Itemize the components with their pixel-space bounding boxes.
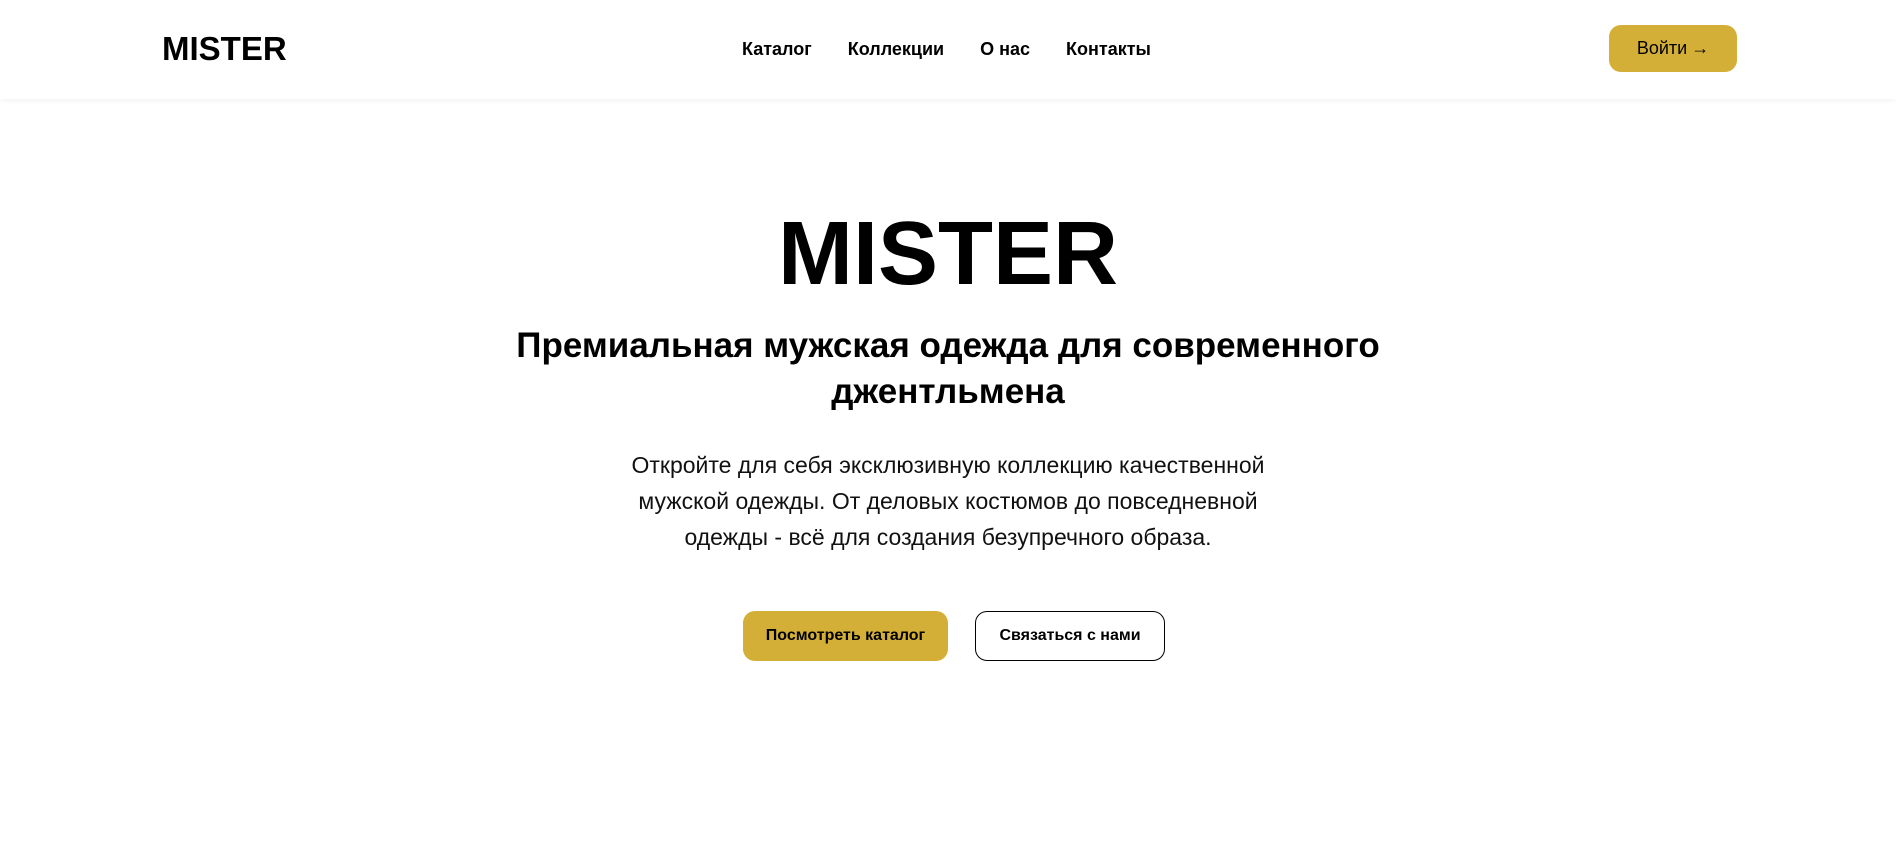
- logo[interactable]: MISTER: [162, 30, 287, 68]
- hero-description: Откройте для себя эксклюзивную коллекцию…: [631, 452, 1265, 550]
- hero-actions: Посмотреть каталог Связаться с нами: [0, 611, 1896, 661]
- arrow-right-icon: →: [1691, 38, 1710, 58]
- login-button[interactable]: Войти →: [1609, 25, 1737, 72]
- nav-catalog[interactable]: Каталог: [742, 38, 812, 60]
- main-nav: Каталог Коллекции О нас Контакты: [742, 38, 1151, 60]
- hero-section: MISTER Премиальная мужская одежда для со…: [0, 99, 1896, 661]
- nav-about[interactable]: О нас: [980, 38, 1030, 60]
- contact-us-button[interactable]: Связаться с нами: [975, 611, 1165, 661]
- login-button-label: Войти: [1636, 38, 1688, 58]
- hero-title: MISTER: [777, 204, 1118, 304]
- nav-contacts[interactable]: Контакты: [1066, 38, 1151, 60]
- hero-subtitle: Премиальная мужская одежда для современн…: [516, 326, 1380, 411]
- view-catalog-button[interactable]: Посмотреть каталог: [743, 611, 948, 661]
- nav-collections[interactable]: Коллекции: [848, 38, 944, 60]
- site-header: MISTER Каталог Коллекции О нас Контакты …: [0, 0, 1896, 99]
